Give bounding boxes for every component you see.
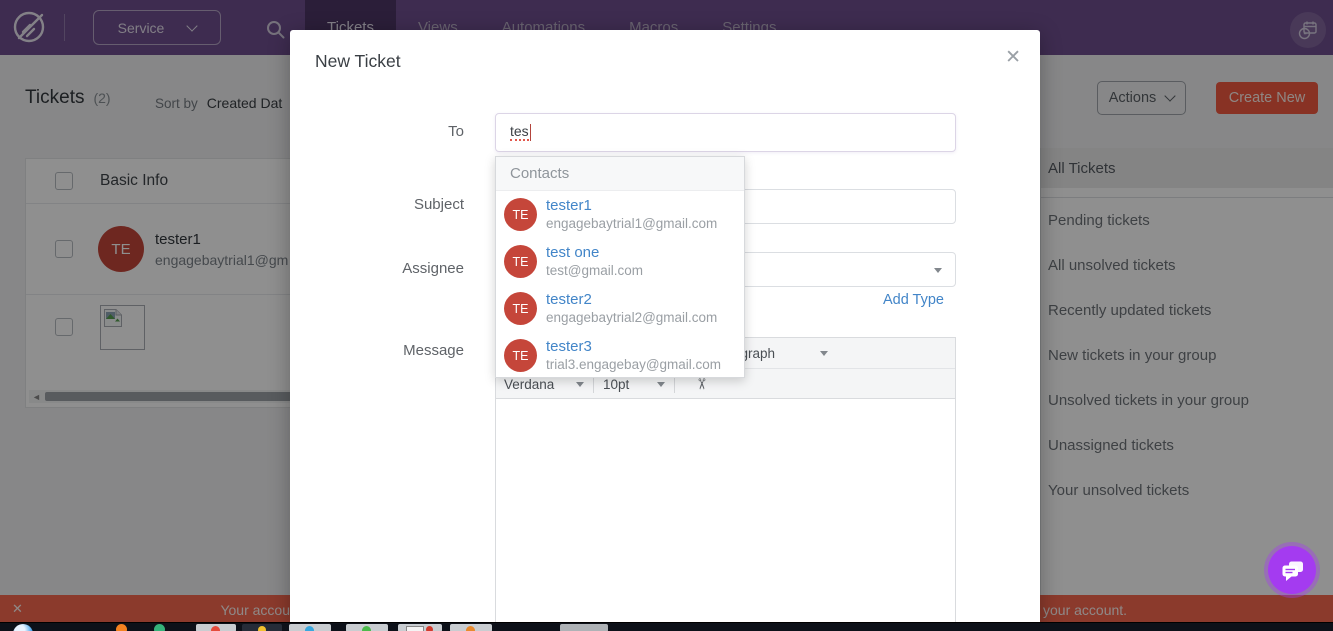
contact-name: tester2 <box>546 292 717 307</box>
subject-label: Subject <box>290 196 464 213</box>
contact-texts: tester1 engagebaytrial1@gmail.com <box>546 198 717 231</box>
cut-icon[interactable]: ✂ <box>692 378 710 391</box>
taskbar-app-icon[interactable] <box>560 624 608 631</box>
contacts-dropdown-header: Contacts <box>496 157 744 191</box>
modal-title: New Ticket <box>315 51 401 72</box>
taskbar-app-icon[interactable] <box>13 624 33 631</box>
contact-texts: tester3 trial3.engagebay@gmail.com <box>546 339 721 372</box>
taskbar-app-icon[interactable] <box>242 624 282 631</box>
chevron-down-icon <box>934 268 942 273</box>
live-chat-button[interactable] <box>1264 542 1320 598</box>
contact-email: engagebaytrial1@gmail.com <box>546 217 717 231</box>
text-caret <box>530 124 532 141</box>
chevron-down-icon <box>657 382 665 387</box>
message-label: Message <box>290 342 464 359</box>
contact-texts: tester2 engagebaytrial2@gmail.com <box>546 292 717 325</box>
contact-name: tester3 <box>546 339 721 354</box>
to-input[interactable]: tes <box>495 113 956 152</box>
contact-suggestion-tester1[interactable]: TE tester1 engagebaytrial1@gmail.com <box>496 191 744 238</box>
contacts-autocomplete-dropdown: Contacts TE tester1 engagebaytrial1@gmai… <box>495 156 745 378</box>
avatar: TE <box>504 198 537 231</box>
avatar: TE <box>504 292 537 325</box>
chat-button-circle <box>1268 546 1316 594</box>
close-icon[interactable]: ✕ <box>1005 46 1021 69</box>
taskbar-app-icon[interactable] <box>450 624 492 631</box>
contact-name: tester1 <box>546 198 717 213</box>
contact-suggestion-tester3[interactable]: TE tester3 trial3.engagebay@gmail.com <box>496 332 744 379</box>
message-editor-body[interactable] <box>495 399 956 631</box>
contact-texts: test one test@gmail.com <box>546 245 643 278</box>
os-taskbar <box>0 622 1333 631</box>
app-root: Service Tickets Views Automations Macros… <box>0 0 1333 631</box>
chat-icon <box>1279 557 1306 584</box>
taskbar-app-icon[interactable] <box>196 624 236 631</box>
to-input-value: tes <box>510 124 529 141</box>
chevron-down-icon <box>820 351 828 356</box>
taskbar-app-icon[interactable] <box>154 624 165 631</box>
avatar: TE <box>504 339 537 372</box>
contact-email: trial3.engagebay@gmail.com <box>546 358 721 372</box>
contact-name: test one <box>546 245 643 260</box>
contact-suggestion-test-one[interactable]: TE test one test@gmail.com <box>496 238 744 285</box>
chevron-down-icon <box>576 382 584 387</box>
contact-suggestion-tester2[interactable]: TE tester2 engagebaytrial2@gmail.com <box>496 285 744 332</box>
taskbar-app-icon[interactable] <box>398 624 442 631</box>
to-label: To <box>290 123 464 140</box>
contact-email: engagebaytrial2@gmail.com <box>546 311 717 325</box>
taskbar-app-icon[interactable] <box>289 624 331 631</box>
taskbar-app-icon[interactable] <box>116 624 127 631</box>
avatar: TE <box>504 245 537 278</box>
taskbar-app-icon[interactable] <box>346 624 388 631</box>
contact-email: test@gmail.com <box>546 264 643 278</box>
assignee-label: Assignee <box>290 260 464 277</box>
